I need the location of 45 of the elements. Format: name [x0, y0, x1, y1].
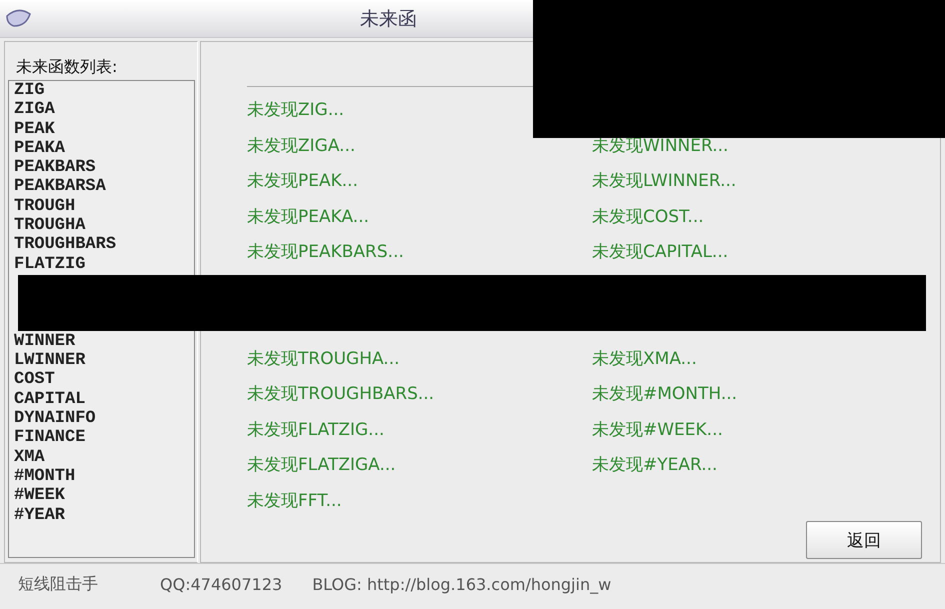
- list-item[interactable]: XMA: [14, 448, 45, 467]
- result-text: 未发现PEAKA...: [247, 206, 370, 226]
- result-text: 未发现#WEEK...: [592, 420, 723, 440]
- result-text: 未发现#MONTH...: [592, 384, 738, 404]
- status-text: QQ:474607123: [160, 575, 282, 594]
- result-text: 未发现FLATZIG...: [247, 420, 384, 440]
- list-item[interactable]: ZIG: [14, 81, 45, 100]
- list-item[interactable]: PEAKA: [14, 138, 66, 158]
- result-text: 未发现CAPITAL...: [592, 242, 728, 262]
- list-item[interactable]: #WEEK: [14, 486, 66, 506]
- result-text: 未发现FFT...: [247, 490, 342, 510]
- result-text: 未发现ZIG...: [247, 100, 344, 120]
- list-item[interactable]: ZIGA: [14, 100, 55, 120]
- list-item[interactable]: TROUGHA: [14, 216, 86, 236]
- list-item[interactable]: DYNAINFO: [14, 409, 96, 428]
- list-item[interactable]: CAPITAL: [14, 390, 86, 409]
- result-text: 未发现FLATZIGA...: [247, 455, 396, 475]
- list-item[interactable]: PEAKBARSA: [14, 177, 106, 196]
- result-text: 未发现ZIGA...: [247, 136, 356, 156]
- back-button[interactable]: 返回: [806, 521, 922, 559]
- list-item[interactable]: COST: [14, 370, 55, 390]
- result-text: 未发现XMA...: [592, 348, 697, 368]
- list-item[interactable]: FLATZIG: [14, 254, 86, 274]
- result-text: 未发现COST...: [592, 206, 704, 226]
- list-item[interactable]: #YEAR: [14, 506, 66, 525]
- list-item[interactable]: TROUGHBARS: [14, 235, 116, 254]
- list-item[interactable]: PEAK: [14, 120, 55, 139]
- list-item[interactable]: PEAKBARS: [14, 158, 96, 178]
- list-item[interactable]: FINANCE: [14, 428, 86, 448]
- window-title: 未来函: [360, 6, 417, 32]
- status-text: BLOG: http://blog.163.com/hongjin_w: [312, 575, 612, 594]
- list-item[interactable]: TROUGH: [14, 196, 76, 216]
- list-item[interactable]: #MONTH: [14, 466, 76, 486]
- list-item[interactable]: WINNER: [14, 332, 76, 351]
- result-text: 未发现WINNER...: [592, 136, 728, 156]
- result-text: 未发现#YEAR...: [592, 455, 718, 475]
- status-text: 短线阻击手: [18, 574, 98, 595]
- list-item[interactable]: LWINNER: [14, 351, 86, 370]
- result-text: 未发现TROUGHBARS...: [247, 384, 434, 404]
- list-label: 未来函数列表:: [15, 56, 118, 78]
- app-icon: [4, 8, 34, 30]
- result-text: 未发现LWINNER...: [592, 171, 736, 191]
- result-text: 未发现PEAK...: [247, 171, 358, 191]
- result-text: 未发现TROUGHA...: [247, 348, 400, 368]
- result-text: 未发现PEAKBARS...: [247, 242, 404, 262]
